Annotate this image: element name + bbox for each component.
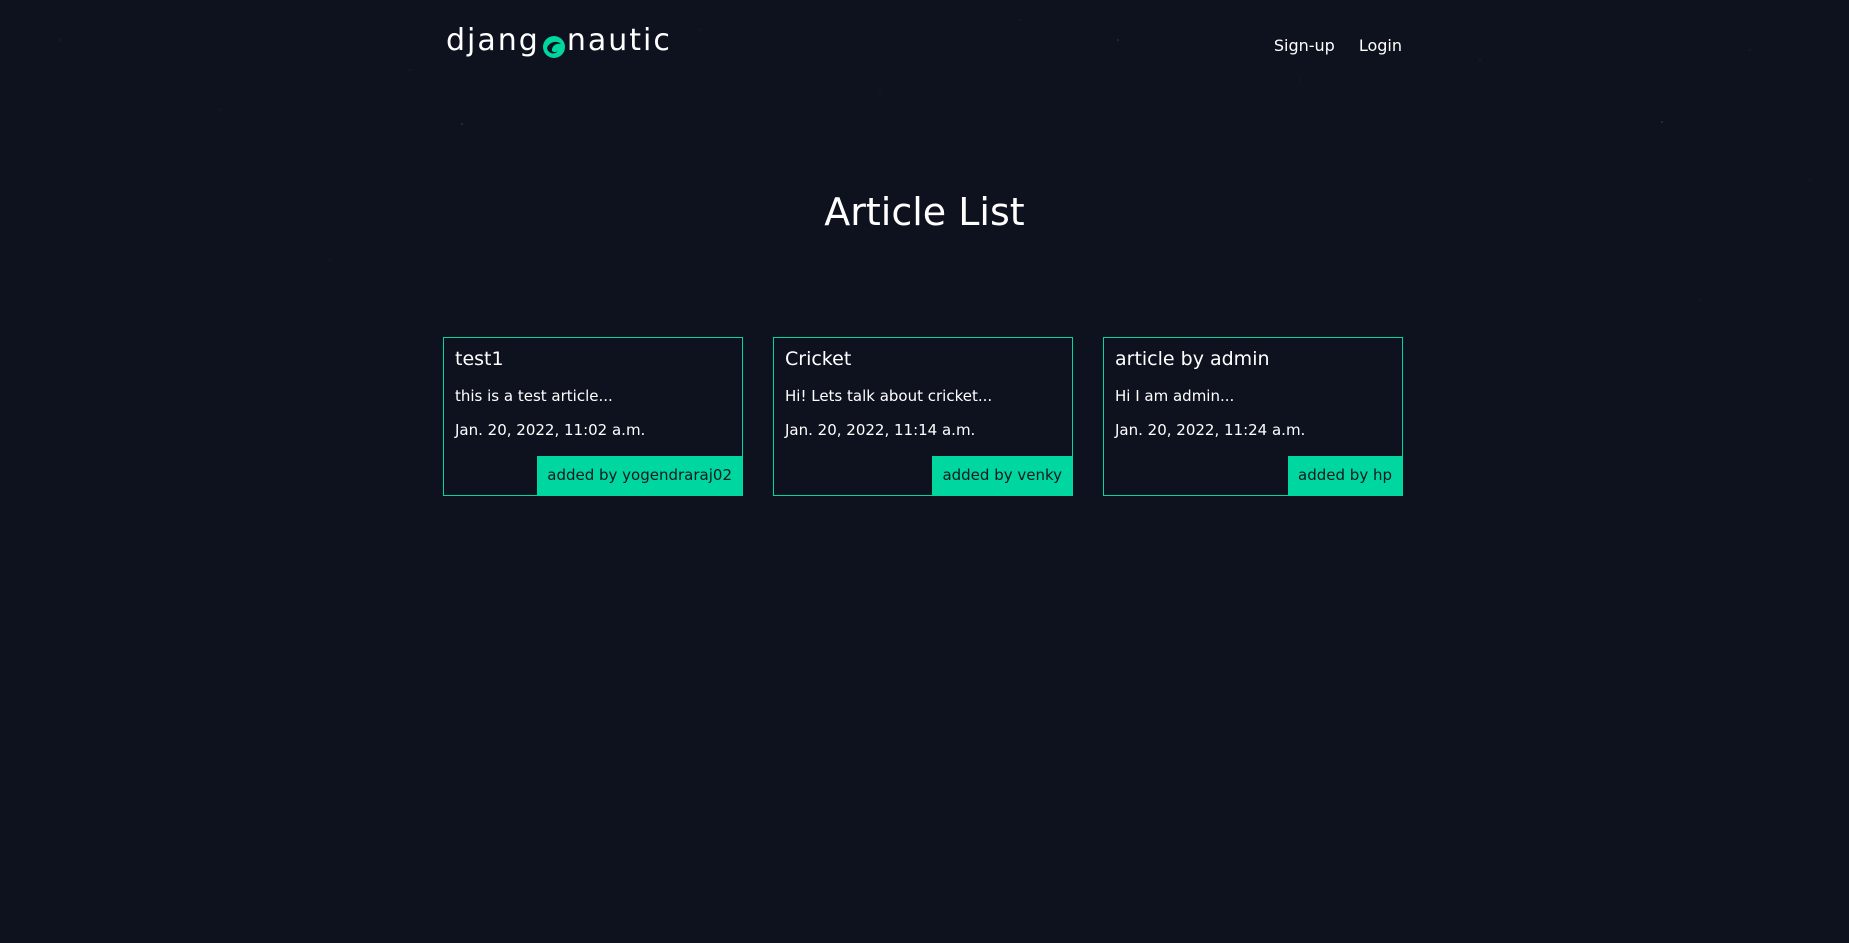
article-excerpt: this is a test article... xyxy=(455,387,613,405)
site-logo[interactable]: djang nautic xyxy=(446,22,672,60)
article-author-badge: added by hp xyxy=(1288,456,1402,495)
article-author-badge: added by venky xyxy=(932,456,1072,495)
article-date: Jan. 20, 2022, 11:24 a.m. xyxy=(1115,421,1306,439)
login-link[interactable]: Login xyxy=(1359,36,1402,55)
article-date: Jan. 20, 2022, 11:02 a.m. xyxy=(455,421,646,439)
article-card[interactable]: test1 this is a test article... Jan. 20,… xyxy=(443,337,743,496)
django-swirl-icon xyxy=(542,31,566,58)
article-excerpt: Hi I am admin... xyxy=(1115,387,1235,405)
logo-text-suffix: nautic xyxy=(566,23,672,58)
article-title[interactable]: article by admin xyxy=(1115,348,1270,370)
logo-text-prefix: djang xyxy=(446,23,540,58)
article-list: test1 this is a test article... Jan. 20,… xyxy=(443,337,1403,496)
article-excerpt: Hi! Lets talk about cricket... xyxy=(785,387,993,405)
signup-link[interactable]: Sign-up xyxy=(1274,36,1335,55)
site-header: djang nautic Sign-up Login xyxy=(446,22,1402,72)
article-date: Jan. 20, 2022, 11:14 a.m. xyxy=(785,421,976,439)
article-card[interactable]: Cricket Hi! Lets talk about cricket... J… xyxy=(773,337,1073,496)
page-title: Article List xyxy=(824,190,1025,234)
article-author-badge: added by yogendraraj02 xyxy=(537,456,742,495)
top-nav: Sign-up Login xyxy=(1274,36,1402,55)
article-title[interactable]: Cricket xyxy=(785,348,851,370)
article-title[interactable]: test1 xyxy=(455,348,504,370)
article-card[interactable]: article by admin Hi I am admin... Jan. 2… xyxy=(1103,337,1403,496)
